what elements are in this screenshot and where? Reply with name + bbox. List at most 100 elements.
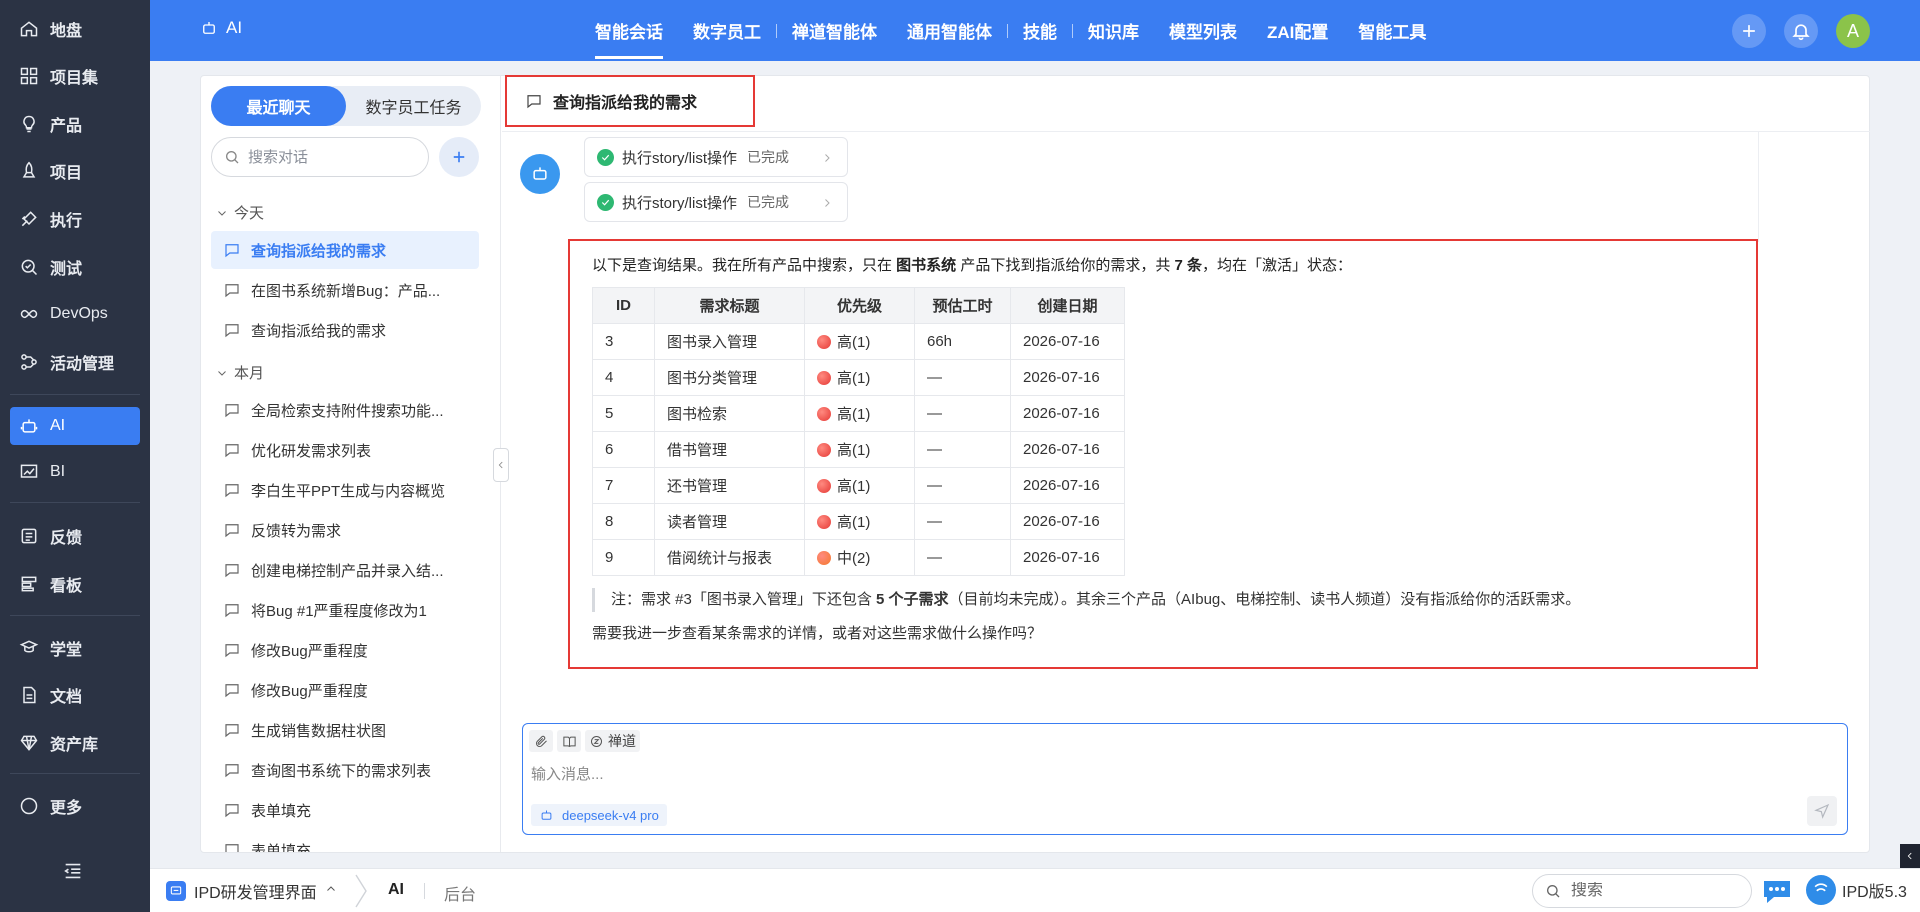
list-item[interactable]: 反馈转为需求: [211, 511, 479, 549]
zentao-tool-button[interactable]: 禅道: [585, 730, 640, 752]
chat-message-icon[interactable]: [1762, 877, 1792, 905]
nav-item-bi[interactable]: BI: [10, 453, 140, 491]
tab-recent-chats[interactable]: 最近聊天: [211, 86, 346, 126]
status-badge: 已完成: [747, 194, 790, 210]
nav-item-test[interactable]: 测试: [10, 248, 140, 286]
nav-item-board[interactable]: 看板: [10, 565, 140, 603]
tab-general-agent[interactable]: 通用智能体: [892, 0, 1007, 61]
nav-item-label: 学堂: [50, 642, 83, 659]
tab-smart-tools[interactable]: 智能工具: [1343, 0, 1441, 61]
tab-smart-chat[interactable]: 智能会话: [580, 0, 678, 61]
requirements-table: ID 需求标题 优先级 预估工时 创建日期 3 图书录入管理 高(1) 66h 2026…: [592, 287, 1125, 576]
robot-icon: [533, 167, 547, 180]
list-item[interactable]: 修改Bug严重程度: [211, 631, 479, 669]
search-icon: [1547, 885, 1560, 898]
nav-item-label: 活动管理: [50, 356, 115, 373]
run-icon: [18, 208, 40, 230]
notifications-button[interactable]: [1784, 14, 1818, 48]
tab-knowledge[interactable]: 知识库: [1073, 0, 1154, 61]
zentao-logo-icon: [1806, 875, 1836, 905]
chat-bubble-icon: [225, 324, 239, 338]
nav-item-ai[interactable]: AI: [10, 407, 140, 445]
list-item[interactable]: 查询图书系统下的需求列表: [211, 751, 479, 789]
tool-call-item[interactable]: 执行story/list操作 已完成: [584, 182, 848, 222]
nav-item-execution[interactable]: 执行: [10, 200, 140, 238]
group-today[interactable]: 今天: [216, 202, 264, 223]
tab-skills[interactable]: 技能: [1008, 0, 1072, 61]
priority-dot-icon: [817, 515, 831, 529]
nav-item-label: 文档: [50, 689, 83, 706]
cell-date: 2026-07-16: [1010, 539, 1125, 576]
list-item[interactable]: 生成销售数据柱状图: [211, 711, 479, 749]
chat-bubble-icon: [225, 564, 239, 578]
create-button[interactable]: [1732, 14, 1766, 48]
nav-item-product[interactable]: 产品: [10, 105, 140, 143]
list-item[interactable]: 表单填充: [211, 831, 479, 852]
new-conversation-button[interactable]: [439, 137, 479, 177]
table-row: 9 借阅统计与报表 中(2) —2026-07-16: [592, 539, 1125, 576]
list-item[interactable]: 优化研发需求列表: [211, 431, 479, 469]
nav-item-project[interactable]: 项目: [10, 152, 140, 190]
list-item[interactable]: 查询指派给我的需求: [211, 231, 479, 269]
breadcrumb-admin[interactable]: 后台: [444, 881, 476, 905]
conversation-search-input[interactable]: [248, 148, 408, 166]
cell-estimate: —: [914, 503, 1011, 540]
chat-bubble-icon: [225, 244, 239, 258]
nav-item-doc[interactable]: 文档: [10, 676, 140, 714]
edge-expand-handle[interactable]: [1900, 844, 1920, 868]
tab-zentao-agent[interactable]: 禅道智能体: [777, 0, 892, 61]
group-this-month[interactable]: 本月: [216, 362, 264, 383]
bulb-icon: [18, 113, 40, 135]
send-button[interactable]: [1807, 796, 1837, 826]
nav-item-school[interactable]: 学堂: [10, 629, 140, 667]
nav-item-feedback[interactable]: 反馈: [10, 517, 140, 555]
tab-digital-staff[interactable]: 数字员工: [678, 0, 776, 61]
list-item[interactable]: 表单填充: [211, 791, 479, 829]
cell-title: 读者管理: [654, 503, 805, 540]
nav-item-more[interactable]: 更多: [10, 787, 140, 825]
top-actions: A: [1732, 14, 1870, 48]
check-circle-icon: [597, 193, 614, 211]
tab-zai-config[interactable]: ZAI配置: [1252, 0, 1343, 61]
conversation-sidebar: 最近聊天 数字员工任务 今天 查询指派给我的需求 在图书系统新增Bug：产品..…: [201, 76, 501, 852]
list-item[interactable]: 创建电梯控制产品并录入结...: [211, 551, 479, 589]
list-item[interactable]: 全局检索支持附件搜索功能...: [211, 391, 479, 429]
global-search-input[interactable]: [1571, 882, 1721, 900]
list-item[interactable]: 查询指派给我的需求: [211, 311, 479, 349]
chat-bubble-icon: [225, 404, 239, 418]
bot-avatar: [520, 154, 560, 194]
plus-icon: [1743, 25, 1755, 37]
cell-date: 2026-07-16: [1010, 467, 1125, 504]
nav-item-assets[interactable]: 资产库: [10, 724, 140, 762]
list-item[interactable]: 修改Bug严重程度: [211, 671, 479, 709]
board-icon: [18, 573, 40, 595]
global-search: [1532, 874, 1752, 908]
model-selector[interactable]: deepseek-v4 pro: [531, 804, 667, 826]
tab-models[interactable]: 模型列表: [1154, 0, 1252, 61]
message-input[interactable]: [531, 766, 1731, 783]
nav-item-program[interactable]: 项目集: [10, 57, 140, 95]
attach-button[interactable]: [529, 730, 553, 752]
message-composer: 禅道 deepseek-v4 pro: [522, 723, 1848, 835]
nav-item-devops[interactable]: DevOps: [10, 295, 140, 333]
nav-item-label: 执行: [50, 213, 83, 230]
check-circle-icon: [597, 148, 614, 166]
nav-item-activity[interactable]: 活动管理: [10, 343, 140, 381]
nav-item-home[interactable]: 地盘: [10, 10, 140, 48]
avatar[interactable]: A: [1836, 14, 1870, 48]
list-item[interactable]: 在图书系统新增Bug：产品...: [211, 271, 479, 309]
breadcrumb-ai[interactable]: AI: [388, 881, 404, 899]
breadcrumb-separator: [354, 873, 368, 909]
list-item[interactable]: 将Bug #1严重程度修改为1: [211, 591, 479, 629]
cell-priority: 高(1): [804, 431, 915, 468]
tab-digital-staff-tasks[interactable]: 数字员工任务: [346, 86, 481, 126]
list-item[interactable]: 李白生平PPT生成与内容概览: [211, 471, 479, 509]
chevron-right-icon: [821, 196, 833, 208]
collapse-nav-icon[interactable]: [62, 860, 84, 882]
project-switcher[interactable]: IPD研发管理界面: [166, 879, 337, 903]
knowledge-button[interactable]: [557, 730, 581, 752]
table-row: 6 借书管理 高(1) —2026-07-16: [592, 431, 1125, 468]
chevron-down-icon: [218, 370, 226, 376]
version-badge[interactable]: IPD版5.3: [1806, 875, 1907, 905]
tool-call-item[interactable]: 执行story/list操作 已完成: [584, 137, 848, 177]
